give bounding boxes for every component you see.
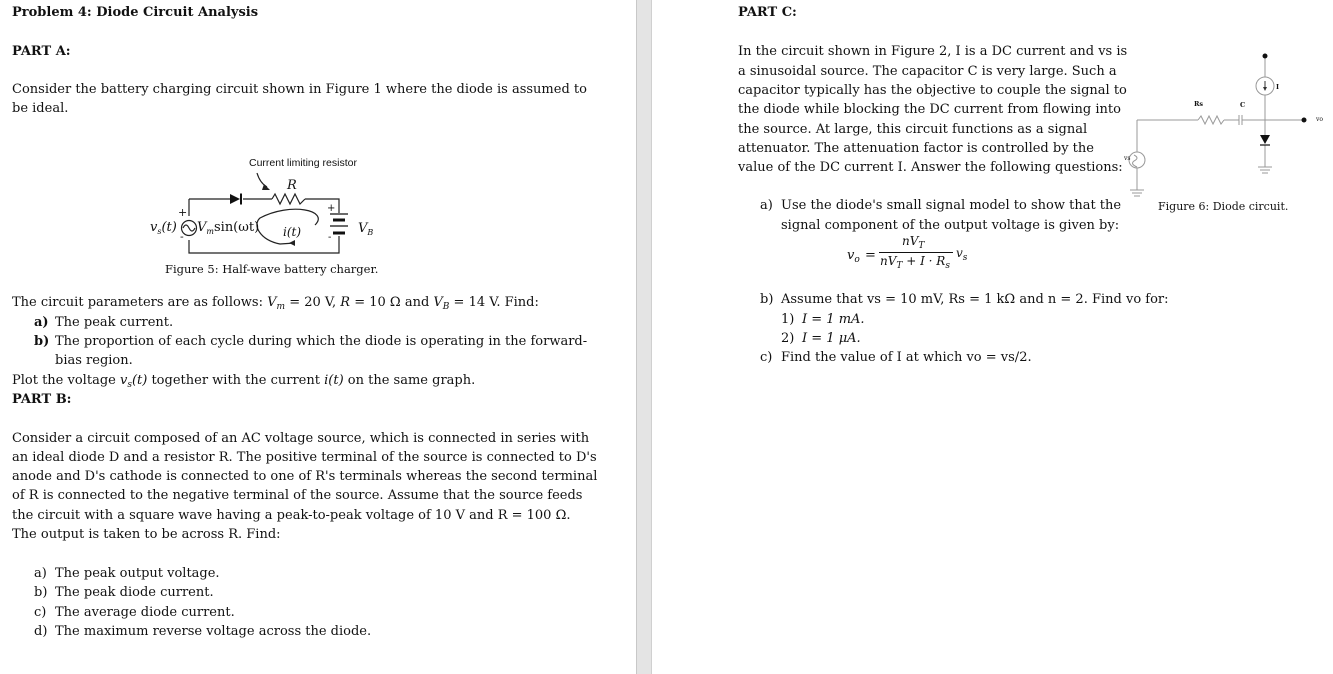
part-c-paragraph-line-4: the diode while blocking the DC current … <box>738 102 1121 117</box>
resistor-r <box>271 192 306 206</box>
source-plus-sign: + <box>178 206 188 219</box>
part-b-q-c-text: The average diode current. <box>55 605 235 620</box>
part-c-q-b-item-2-text: I = 1 μA. <box>802 331 861 346</box>
battery-symbol <box>330 213 348 235</box>
part-c-paragraph-line-1: In the circuit shown in Figure 2, I is a… <box>738 44 1128 59</box>
part-c-q-c-marker: c) <box>760 350 773 365</box>
part-c-q-a-marker: a) <box>760 198 773 213</box>
part-b-paragraph-line-5: the circuit with a square wave having a … <box>12 508 571 523</box>
part-b-paragraph-line-1: Consider a circuit composed of an AC vol… <box>12 431 590 446</box>
part-a-q-a-text: The peak current. <box>55 315 174 330</box>
vs-arg: (t) <box>161 220 177 235</box>
part-c-q-a-line-1: Use the diode's small signal model to sh… <box>781 198 1122 213</box>
part-c-paragraph-line-6: attenuator. The attenuation factor is co… <box>738 141 1094 156</box>
part-c-paragraph-line-2: a sinusoidal source. The capacitor C is … <box>738 64 1117 79</box>
source-expression: Vmsin(ωt) <box>197 220 259 236</box>
part-b-q-d-text: The maximum reverse voltage across the d… <box>55 624 372 639</box>
vo-label: vo <box>1316 116 1324 123</box>
part-c-heading: PART C: <box>738 5 797 20</box>
part-b-q-b-text: The peak diode current. <box>55 585 214 600</box>
part-c-q-b-marker: b) <box>760 292 774 307</box>
part-c-paragraph-line-7: value of the DC current I. Answer the fo… <box>738 160 1123 175</box>
part-a-heading: PART A: <box>12 44 71 59</box>
supply-terminal <box>1262 53 1268 59</box>
page-gutter <box>636 0 652 674</box>
formula-lhs: vo <box>847 248 860 265</box>
source-label-vs: vs(t) <box>150 220 177 236</box>
part-b-q-b-marker: b) <box>34 585 48 600</box>
source-minus-sign: - <box>180 230 184 243</box>
formula-equals: = <box>865 248 876 263</box>
plot-instruction: Plot the voltage vs(t) together with the… <box>12 373 476 390</box>
vs-source-symbol <box>1128 151 1146 169</box>
part-a-q-a-marker: a) <box>34 315 49 330</box>
part-b-heading: PART B: <box>12 392 72 407</box>
battery-minus-sign: - <box>328 232 332 243</box>
diode-symbol <box>230 193 242 205</box>
part-a-q-b-text: The proportion of each cycle during whic… <box>55 334 588 349</box>
circuit-diagram-figure-6 <box>1128 53 1307 197</box>
part-c-q-c-text: Find the value of I at which vo = vs/2. <box>781 350 1032 365</box>
part-a-intro-line-2: be ideal. <box>12 101 69 116</box>
part-a-q-b-continuation: bias region. <box>55 353 133 368</box>
part-b-q-d-marker: d) <box>34 624 48 639</box>
part-c-q-b-item-1-marker: 1) <box>781 312 795 327</box>
rs-label: Rs <box>1194 100 1204 108</box>
figure-6-caption: Figure 6: Diode circuit. <box>1158 200 1289 213</box>
current-label: i(t) <box>283 225 302 239</box>
vm-symbol: V <box>197 220 207 235</box>
part-b-paragraph-line-2: an ideal diode D and a resistor R. The p… <box>12 450 597 465</box>
part-c-q-b-text: Assume that vs = 10 mV, Rs = 1 kΩ and n … <box>781 292 1169 307</box>
resistor-label: R <box>287 178 297 193</box>
part-b-q-a-marker: a) <box>34 566 47 581</box>
formula-denominator: nVT + I · Rs <box>880 254 950 271</box>
output-terminal <box>1301 117 1307 123</box>
part-c-q-b-item-1-text: I = 1 mA. <box>802 312 865 327</box>
problem-title: Problem 4: Diode Circuit Analysis <box>12 5 259 20</box>
part-b-paragraph-line-4: of R is connected to the negative termin… <box>12 488 583 503</box>
part-b-paragraph-line-3: anode and D's cathode is connected to on… <box>12 469 598 484</box>
resistor-rs <box>1197 114 1225 126</box>
part-c-q-b-item-2-marker: 2) <box>781 331 795 346</box>
part-c-paragraph-line-5: the source. At large, this circuit funct… <box>738 122 1088 137</box>
vm-subscript: m <box>206 227 214 236</box>
part-b-q-c-marker: c) <box>34 605 47 620</box>
part-b-paragraph-line-6: The output is taken to be across R. Find… <box>12 527 281 542</box>
part-c-q-a-line-2: signal component of the output voltage i… <box>781 218 1120 233</box>
sin-expr: sin(ωt) <box>213 220 260 235</box>
battery-label: VB <box>358 221 373 237</box>
part-c-paragraph-line-3: capacitor typically has the objective to… <box>738 83 1127 98</box>
vs-label: vs <box>1124 155 1131 162</box>
part-a-q-b-marker: b) <box>34 334 50 349</box>
part-b-q-a-text: The peak output voltage. <box>55 566 220 581</box>
bottom-wire <box>188 236 340 254</box>
vb-subscript: B <box>367 228 374 237</box>
c-label: C <box>1240 101 1246 109</box>
i-label: I <box>1276 83 1280 91</box>
formula-rhs: vs <box>956 246 968 263</box>
vb-symbol: V <box>358 221 368 236</box>
left-page: Problem 4: Diode Circuit Analysis PART A… <box>0 0 636 674</box>
figure-5-caption: Figure 5: Half-wave battery charger. <box>165 262 379 276</box>
part-a-intro-line-1: Consider the battery charging circuit sh… <box>12 82 587 97</box>
diode-symbol-6 <box>1260 135 1270 144</box>
battery-plus-sign: + <box>327 203 336 214</box>
annotation-current-limiting-resistor: Current limiting resistor <box>249 157 357 169</box>
right-page: PART C: In the circuit shown in Figure 2… <box>652 0 1333 674</box>
